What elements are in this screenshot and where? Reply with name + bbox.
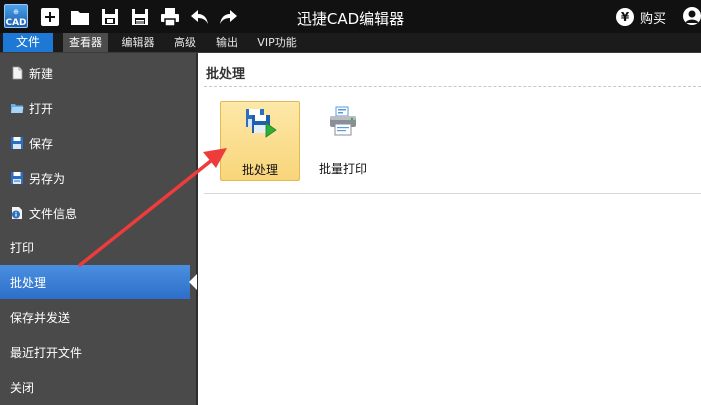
menu-file[interactable]: 文件 [3, 33, 53, 52]
app-logo-icon[interactable]: ⊕ CAD [4, 4, 28, 28]
info-icon [10, 206, 24, 220]
save-as-icon[interactable] [129, 6, 151, 28]
section-divider [204, 86, 701, 87]
save-icon [10, 136, 24, 150]
sidebar-item-print[interactable]: 打印 [0, 230, 196, 264]
buy-button[interactable]: ¥ 购买 [616, 6, 666, 28]
sidebar-item-save-as[interactable]: 另存为 [0, 161, 196, 195]
menu-viewer[interactable]: 查看器 [63, 33, 108, 52]
sidebar-item-label: 关闭 [10, 380, 35, 395]
sidebar-item-save[interactable]: 保存 [0, 126, 196, 160]
menu-vip[interactable]: VIP功能 [252, 33, 302, 52]
menu-editor[interactable]: 编辑器 [115, 33, 161, 52]
logo-text: CAD [5, 18, 27, 28]
batch-print-button[interactable]: 批量打印 [303, 101, 383, 181]
buy-label: 购买 [640, 11, 667, 27]
sidebar-item-open[interactable]: 打开 [0, 91, 196, 125]
sidebar-item-label: 批处理 [10, 275, 47, 290]
section-title: 批处理 [206, 67, 246, 82]
sidebar-item-file-info[interactable]: 文件信息 [0, 196, 196, 230]
sidebar-item-label: 最近打开文件 [10, 345, 83, 360]
sidebar-item-label: 另存为 [29, 171, 66, 186]
sidebar-item-batch[interactable]: 批处理 [0, 265, 197, 299]
sidebar-item-label: 文件信息 [29, 206, 78, 221]
sidebar-item-label: 打印 [10, 240, 35, 255]
sidebar-item-close[interactable]: 关闭 [0, 370, 196, 404]
batch-process-icon [243, 106, 277, 140]
main-panel: 批处理 批处理 批量打印 [198, 53, 701, 405]
tool-label: 批量打印 [318, 162, 367, 176]
yen-coin-icon: ¥ [616, 8, 634, 26]
user-account-icon[interactable] [683, 7, 701, 25]
open-folder-icon [10, 101, 24, 115]
menu-advanced[interactable]: 高级 [168, 33, 202, 52]
sidebar-item-new[interactable]: 新建 [0, 56, 196, 90]
file-sidebar: 新建 打开 保存 另存为 文件信息 打印 批处理 保存并发送 最近打开文件 关闭 [0, 53, 198, 405]
save-as-icon [10, 171, 24, 185]
tool-label: 批处理 [241, 163, 278, 177]
batch-process-button[interactable]: 批处理 [220, 101, 300, 181]
sidebar-item-recent-files[interactable]: 最近打开文件 [0, 335, 196, 369]
content-divider [204, 193, 701, 194]
logo-mark: ⊕ [13, 8, 19, 16]
sidebar-item-label: 打开 [29, 101, 54, 116]
sidebar-item-label: 新建 [29, 66, 54, 81]
sidebar-item-save-and-send[interactable]: 保存并发送 [0, 300, 196, 334]
print-icon[interactable] [159, 6, 181, 28]
batch-print-icon [326, 105, 360, 139]
sidebar-item-label: 保存并发送 [10, 310, 71, 325]
save-icon[interactable] [99, 6, 121, 28]
menu-output[interactable]: 输出 [208, 33, 246, 52]
title-bar: ⊕ CAD 迅捷CAD编辑器 ¥ 购买 [0, 0, 701, 33]
open-folder-icon[interactable] [69, 6, 91, 28]
menu-bar: 文件 查看器 编辑器 高级 输出 VIP功能 [0, 33, 701, 53]
new-file-icon[interactable] [39, 6, 61, 28]
sidebar-item-label: 保存 [29, 136, 54, 151]
undo-icon[interactable] [189, 6, 211, 28]
new-document-icon [10, 66, 24, 80]
redo-icon[interactable] [217, 6, 239, 28]
